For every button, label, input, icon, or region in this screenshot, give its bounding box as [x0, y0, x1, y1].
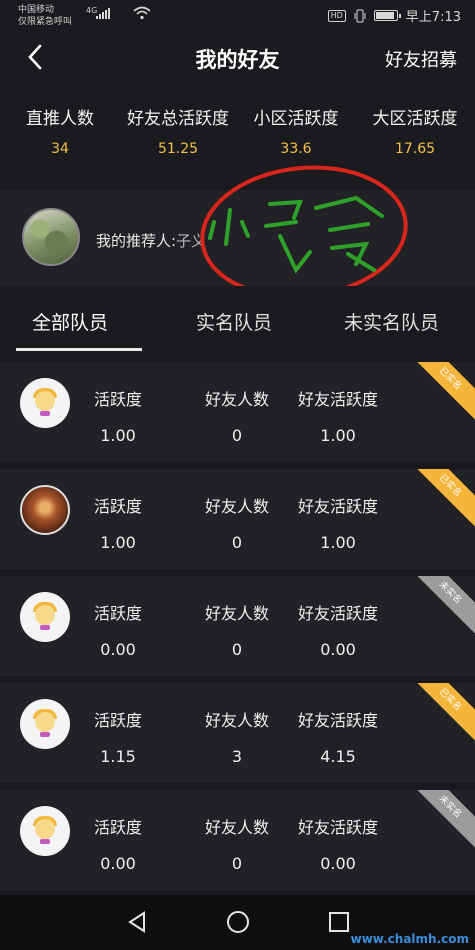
friend-count-value: 0	[231, 533, 243, 552]
stat-total-friend-activity: 好友总活跃度 51.25	[118, 104, 238, 157]
stat-value: 33.6	[280, 141, 312, 157]
stat-label: 小区活跃度	[253, 109, 339, 129]
battery-icon	[373, 10, 401, 21]
friend-activity-value: 0.00	[320, 640, 356, 659]
member-row[interactable]: 活跃度 1.00 好友人数 0 好友活跃度 1.00 已实名	[0, 362, 475, 462]
member-avatar	[20, 806, 70, 856]
friend-count-value: 3	[231, 747, 243, 766]
friend-recruit-button[interactable]: 好友招募	[385, 46, 457, 72]
verified-badge: 已实名	[403, 362, 475, 426]
referrer-name: 子义	[176, 232, 207, 250]
member-row[interactable]: 活跃度 0.00 好友人数 0 好友活跃度 0.00 未实名	[0, 576, 475, 676]
stats-panel: 直推人数 34 好友总活跃度 51.25 小区活跃度 33.6 大区活跃度 17…	[0, 82, 475, 182]
status-bar: 中国移动 仅限紧急呼叫 4G HD 早上7:13	[0, 0, 475, 34]
system-nav-bar: www.chalmh.com	[0, 895, 475, 950]
stat-label: 好友总活跃度	[127, 109, 229, 129]
nav-home-icon[interactable]	[225, 909, 251, 935]
friend-count-value: 0	[231, 640, 243, 659]
friend-count-label: 好友人数	[204, 711, 269, 730]
tab-unverified-members[interactable]: 未实名队员	[344, 308, 439, 335]
friend-activity-label: 好友活跃度	[297, 604, 378, 623]
activity-label: 活跃度	[93, 390, 142, 409]
activity-label: 活跃度	[93, 818, 142, 837]
stat-label: 大区活跃度	[372, 109, 458, 129]
stat-value: 51.25	[157, 141, 199, 157]
watermark: www.chalmh.com	[350, 932, 469, 946]
friend-activity-label: 好友活跃度	[297, 390, 378, 409]
friend-count-label: 好友人数	[204, 497, 269, 516]
unverified-badge: 未实名	[403, 576, 475, 640]
friend-activity-value: 4.15	[320, 747, 356, 766]
friend-activity-label: 好友活跃度	[297, 711, 378, 730]
activity-label: 活跃度	[93, 497, 142, 516]
tab-verified-members[interactable]: 实名队员	[196, 308, 272, 335]
wifi-icon	[133, 6, 151, 20]
stat-small-zone-activity: 小区活跃度 33.6	[236, 104, 356, 157]
verified-badge: 已实名	[403, 683, 475, 747]
stat-value: 34	[51, 141, 69, 157]
referrer-label: 我的推荐人:	[96, 232, 177, 250]
stat-large-zone-activity: 大区活跃度 17.65	[355, 104, 475, 157]
member-avatar	[20, 378, 70, 428]
nav-back-icon[interactable]	[124, 909, 150, 935]
referrer-info: 我的推荐人:子义	[96, 230, 206, 251]
verified-badge: 已实名	[403, 469, 475, 533]
referrer-card[interactable]: 我的推荐人:子义	[0, 190, 475, 286]
vibrate-icon	[354, 9, 366, 22]
nav-recents-icon[interactable]	[326, 909, 352, 935]
friend-count-label: 好友人数	[204, 390, 269, 409]
activity-value: 0.00	[100, 640, 136, 659]
friend-count-label: 好友人数	[204, 818, 269, 837]
carrier-name: 中国移动	[18, 5, 55, 15]
member-avatar	[20, 592, 70, 642]
friend-activity-value: 1.00	[320, 533, 356, 552]
member-row[interactable]: 活跃度 1.15 好友人数 3 好友活跃度 4.15 已实名	[0, 683, 475, 783]
active-tab-indicator	[16, 348, 142, 351]
signal-icon	[96, 8, 110, 19]
app-header: 我的好友 好友招募	[0, 34, 475, 82]
activity-value: 1.00	[100, 533, 136, 552]
tab-all-members[interactable]: 全部队员	[32, 308, 108, 335]
emergency-only: 仅限紧急呼叫	[18, 17, 73, 27]
activity-value: 1.00	[100, 426, 136, 445]
hd-icon: HD	[327, 9, 346, 22]
unverified-badge: 未实名	[403, 790, 475, 854]
stat-direct-referrals: 直推人数 34	[0, 104, 120, 157]
activity-value: 0.00	[100, 854, 136, 873]
member-row[interactable]: 活跃度 0.00 好友人数 0 好友活跃度 0.00 未实名	[0, 790, 475, 890]
friend-count-label: 好友人数	[204, 604, 269, 623]
member-tabs: 全部队员 实名队员 未实名队员	[0, 286, 475, 354]
referrer-avatar	[22, 208, 80, 266]
friend-activity-value: 0.00	[320, 854, 356, 873]
friend-activity-value: 1.00	[320, 426, 356, 445]
activity-label: 活跃度	[93, 604, 142, 623]
friend-activity-label: 好友活跃度	[297, 497, 378, 516]
member-avatar	[20, 699, 70, 749]
stat-value: 17.65	[394, 141, 436, 157]
member-row[interactable]: 活跃度 1.00 好友人数 0 好友活跃度 1.00 已实名	[0, 469, 475, 569]
friend-count-value: 0	[231, 426, 243, 445]
member-avatar	[20, 485, 70, 535]
friend-count-value: 0	[231, 854, 243, 873]
carrier-info: 中国移动 仅限紧急呼叫	[18, 4, 72, 28]
activity-value: 1.15	[100, 747, 136, 766]
stat-label: 直推人数	[26, 109, 94, 129]
activity-label: 活跃度	[93, 711, 142, 730]
clock: 早上7:13	[405, 10, 461, 25]
friend-activity-label: 好友活跃度	[297, 818, 378, 837]
